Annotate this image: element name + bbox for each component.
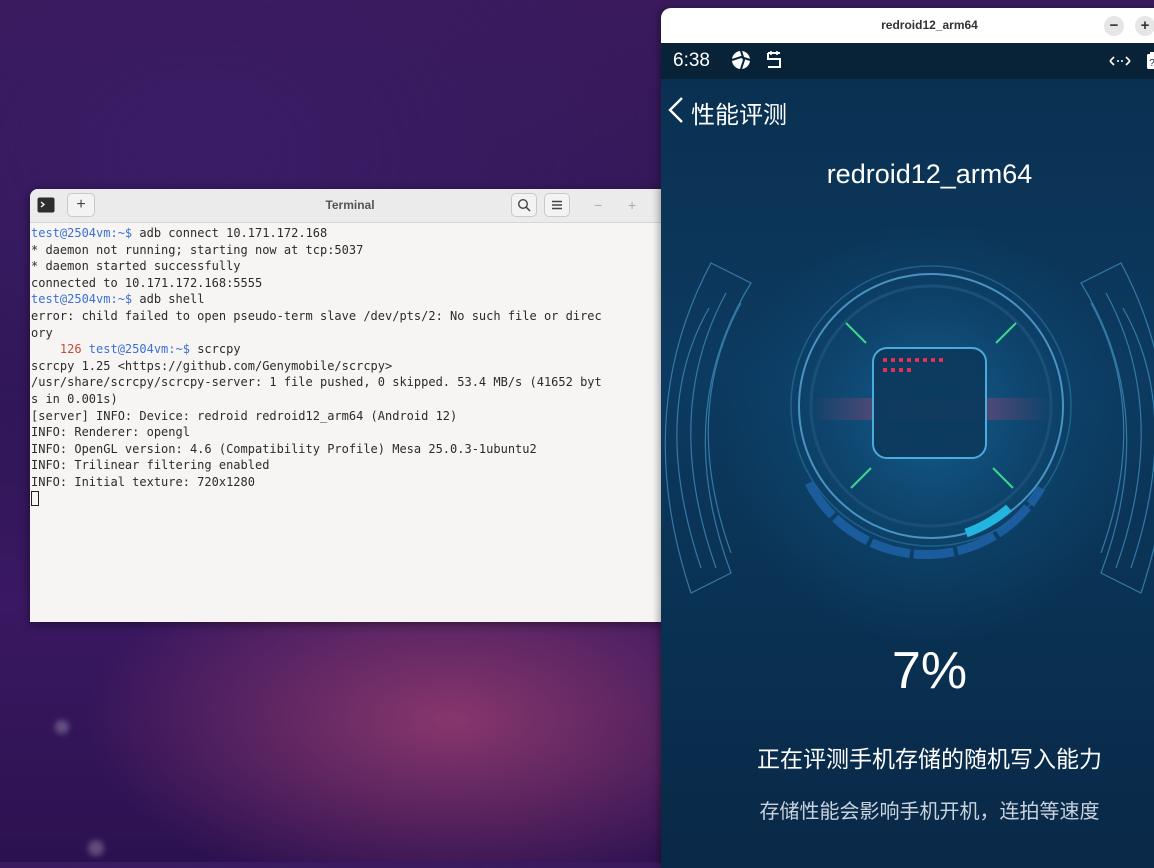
output-text: /usr/share/scrcpy/scrcpy-server: 1 file … xyxy=(31,375,602,390)
exit-code: 126 xyxy=(31,342,89,357)
back-arrow-icon xyxy=(668,97,683,123)
terminal-line: /usr/share/scrcpy/scrcpy-server: 1 file … xyxy=(31,374,670,391)
back-button[interactable] xyxy=(667,95,685,129)
terminal-line: scrcpy 1.25 <https://github.com/Genymobi… xyxy=(31,358,670,375)
terminal-line: connected to 10.171.172.168:5555 xyxy=(31,275,670,292)
terminal-line: * daemon not running; starting now at tc… xyxy=(31,242,670,259)
right-grid-wing xyxy=(1080,262,1154,594)
output-text: INFO: Trilinear filtering enabled xyxy=(31,458,270,473)
resize-arrows-icon xyxy=(1108,53,1132,72)
output-text: [server] INFO: Device: redroid redroid12… xyxy=(31,408,458,423)
maximize-button[interactable]: + xyxy=(1135,16,1154,36)
output-text: scrcpy 1.25 <https://github.com/Genymobi… xyxy=(31,358,393,373)
output-text: s in 0.001s) xyxy=(31,391,118,406)
aperture-icon xyxy=(730,49,752,75)
terminal-header: + Terminal − + xyxy=(30,189,670,223)
terminal-line: INFO: Renderer: opengl xyxy=(31,424,670,441)
terminal-output[interactable]: test@2504vm:~$ adb connect 10.171.172.16… xyxy=(30,223,670,507)
maximize-button[interactable]: + xyxy=(628,197,636,213)
left-grid-wing xyxy=(664,262,752,594)
terminal-line: ory xyxy=(31,325,670,342)
output-text: error: child failed to open pseudo-term … xyxy=(31,308,602,323)
output-text: * daemon started successfully xyxy=(31,259,241,274)
output-text: connected to 10.171.172.168:5555 xyxy=(31,275,263,290)
search-button[interactable] xyxy=(511,193,537,217)
background-light-spot xyxy=(55,720,69,734)
prompt-user: test@2504vm xyxy=(88,342,169,357)
scrcpy-titlebar: redroid12_arm64 − + xyxy=(661,8,1154,44)
terminal-line: INFO: OpenGL version: 4.6 (Compatibility… xyxy=(31,441,670,458)
command-text: scrcpy xyxy=(189,342,241,357)
output-text: INFO: Initial texture: 720x1280 xyxy=(31,474,255,489)
terminal-window[interactable]: + Terminal − + test@2504vm:~$ adb connec… xyxy=(30,189,670,622)
benchmark-status: 正在评测手机存储的随机写入能力 xyxy=(757,747,1102,773)
page-title: 性能评测 xyxy=(691,100,787,129)
prompt-path: :~$ xyxy=(168,342,190,357)
benchmark-dial xyxy=(664,256,1154,594)
terminal-line: * daemon started successfully xyxy=(31,258,670,275)
command-text: adb shell xyxy=(132,292,205,307)
prompt-path: :~$ xyxy=(110,226,133,240)
app-header: 性能评测 xyxy=(667,95,787,129)
device-name: redroid12_arm64 xyxy=(826,159,1033,189)
scrcpy-window[interactable]: redroid12_arm64 − + 6:38 ? 性能评测 re xyxy=(661,8,1154,868)
search-icon xyxy=(517,198,531,212)
terminal-cursor-line xyxy=(31,490,670,508)
status-time: 6:38 xyxy=(673,50,710,71)
terminal-line: INFO: Trilinear filtering enabled xyxy=(31,457,670,474)
chip-icon xyxy=(872,347,987,459)
terminal-line: error: child failed to open pseudo-term … xyxy=(31,308,670,325)
hamburger-icon xyxy=(552,200,562,210)
scrcpy-title: redroid12_arm64 xyxy=(881,18,978,32)
svg-text:?: ? xyxy=(1149,58,1154,69)
output-text: ory xyxy=(31,325,53,340)
terminal-line: test@2504vm:~$ adb shell xyxy=(31,291,670,308)
minimize-button[interactable]: − xyxy=(1104,16,1124,36)
output-text: * daemon not running; starting now at tc… xyxy=(31,242,364,257)
android-status-bar: 6:38 ? xyxy=(661,43,1154,79)
battery-icon: ? xyxy=(1146,52,1154,74)
terminal-line: INFO: Initial texture: 720x1280 xyxy=(31,474,670,491)
benchmark-hint: 存储性能会影响手机开机，连拍等速度 xyxy=(759,799,1100,823)
terminal-cursor xyxy=(31,490,39,506)
output-text: INFO: Renderer: opengl xyxy=(31,425,190,440)
notification-icon xyxy=(765,49,783,75)
prompt-user: test@2504vm xyxy=(31,226,111,240)
terminal-line: s in 0.001s) xyxy=(31,391,670,408)
command-text: adb connect 10.171.172.168 xyxy=(132,226,328,240)
progress-percent: 7% xyxy=(891,642,968,700)
menu-button[interactable] xyxy=(544,193,570,217)
terminal-line: test@2504vm:~$ adb connect 10.171.172.16… xyxy=(31,225,670,242)
terminal-line: [server] INFO: Device: redroid redroid12… xyxy=(31,408,670,425)
output-text: INFO: OpenGL version: 4.6 (Compatibility… xyxy=(31,441,537,456)
terminal-line: 126 test@2504vm:~$ scrcpy xyxy=(31,341,670,358)
background-light-spot xyxy=(88,840,104,856)
prompt-path: :~$ xyxy=(110,292,133,307)
prompt-user: test@2504vm xyxy=(31,292,111,307)
minimize-button[interactable]: − xyxy=(594,197,602,213)
android-screen[interactable]: 6:38 ? 性能评测 redroid12_arm64 xyxy=(661,43,1154,868)
terminal-title: Terminal xyxy=(325,198,375,212)
